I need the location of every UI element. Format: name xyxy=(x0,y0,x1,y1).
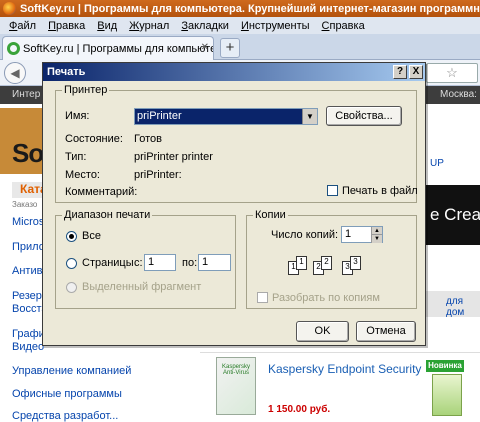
collate-checkbox[interactable] xyxy=(257,292,268,303)
tab-softkey[interactable]: SoftKey.ru | Программы для компьютера. .… xyxy=(2,36,214,60)
status-value: Готов xyxy=(134,133,162,145)
print-to-file-label[interactable]: Печать в файл xyxy=(342,185,418,197)
catalog-subtitle: Заказо xyxy=(12,200,38,209)
right-link[interactable]: UP xyxy=(430,158,444,169)
menu-view[interactable]: Вид xyxy=(91,20,123,32)
range-selection-radio[interactable] xyxy=(66,282,77,293)
menu-bar: Файл Правка Вид Журнал Закладки Инструме… xyxy=(0,17,480,34)
catalog-header: Ката xyxy=(12,182,47,198)
pages-from-value: 1 xyxy=(148,256,155,268)
printer-name-select[interactable]: priPrinter ▼ xyxy=(134,108,318,125)
type-label: Тип: xyxy=(65,151,87,163)
promo-banner-text: e Crea xyxy=(430,205,480,224)
collate-page: 3 xyxy=(350,256,361,270)
copies-count-value: 1 xyxy=(345,228,352,240)
close-tab-icon[interactable]: ✕ xyxy=(201,42,209,53)
nav-item[interactable]: Видео xyxy=(12,341,44,353)
menu-bookmarks[interactable]: Закладки xyxy=(175,20,235,32)
range-all-radio[interactable] xyxy=(66,231,77,242)
menu-help[interactable]: Справка xyxy=(316,20,371,32)
copies-count-input[interactable]: 1 ▲ ▼ xyxy=(341,226,383,243)
comment-label: Комментарий: xyxy=(65,186,138,198)
copies-legend: Копии xyxy=(253,209,288,221)
cancel-button[interactable]: Отмена xyxy=(356,321,416,342)
collate-page: 1 xyxy=(296,256,307,270)
product-box-text: Kaspersky Anti-Virus xyxy=(221,364,250,376)
menu-file[interactable]: Файл xyxy=(3,20,42,32)
nav-item[interactable]: Антив xyxy=(12,265,42,277)
promo-banner[interactable]: e Crea xyxy=(426,185,480,245)
spin-up-icon[interactable]: ▲ xyxy=(372,227,382,235)
menu-history[interactable]: Журнал xyxy=(123,20,175,32)
back-button[interactable]: ◀ xyxy=(4,62,26,84)
printer-group: Принтер Имя: priPrinter ▼ Свойства... Со… xyxy=(55,84,418,203)
print-range-legend: Диапазон печати xyxy=(62,209,153,221)
pages-to-label: по: xyxy=(182,257,198,269)
copies-spinner[interactable]: ▲ ▼ xyxy=(371,227,382,243)
product-title[interactable]: Kaspersky Endpoint Security xyxy=(268,362,421,376)
print-to-file-checkbox[interactable] xyxy=(327,185,338,196)
nav-item[interactable]: Прило xyxy=(12,241,45,253)
copies-group: Копии Число копий: 1 ▲ ▼ 1 1 2 2 3 3 Раз… xyxy=(246,209,417,309)
nav-item[interactable]: Резер xyxy=(12,290,42,302)
properties-button[interactable]: Свойства... xyxy=(326,106,402,126)
type-value: priPrinter printer xyxy=(134,151,213,163)
book-cover-image[interactable] xyxy=(432,374,462,416)
window-title: SoftKey.ru | Программы для компьютера. К… xyxy=(20,2,480,15)
firefox-logo-icon xyxy=(3,2,16,15)
printer-name-label: Имя: xyxy=(65,110,90,122)
status-label: Состояние: xyxy=(65,133,123,145)
ok-button[interactable]: OK xyxy=(296,321,349,342)
pages-to-value: 1 xyxy=(202,256,209,268)
product-box-image[interactable]: Kaspersky Anti-Virus xyxy=(216,357,256,415)
dialog-titlebar: Печать xyxy=(43,63,425,81)
range-selection-label[interactable]: Выделенный фрагмент xyxy=(82,281,201,293)
nav-item[interactable]: Средства разработ... xyxy=(12,410,118,422)
product-price: 1 150.00 руб. xyxy=(268,404,331,415)
range-pages-label[interactable]: Страницы xyxy=(82,257,134,269)
close-dialog-button[interactable]: X xyxy=(409,65,423,79)
tab-title: SoftKey.ru | Программы для компьютера. .… xyxy=(23,42,213,55)
menu-edit[interactable]: Правка xyxy=(42,20,91,32)
nav-item[interactable]: Графи xyxy=(12,328,45,340)
nav-item[interactable]: Micros xyxy=(12,216,44,228)
nav-item[interactable]: Управление компанией xyxy=(12,365,131,377)
pages-from-label: с: xyxy=(134,257,143,269)
range-pages-radio[interactable] xyxy=(66,258,77,269)
nav-item[interactable]: Офисные программы xyxy=(12,388,122,400)
spin-down-icon[interactable]: ▼ xyxy=(372,235,382,243)
site-top-left-text[interactable]: Интер xyxy=(12,86,40,104)
tab-strip: SoftKey.ru | Программы для компьютера. .… xyxy=(0,34,480,60)
help-button[interactable]: ? xyxy=(393,65,407,79)
softkey-favicon-icon xyxy=(7,42,20,55)
new-tab-button[interactable]: + xyxy=(220,38,240,58)
copies-count-label: Число копий: xyxy=(271,229,339,241)
new-badge: Новинка xyxy=(426,360,464,372)
pages-from-input[interactable]: 1 xyxy=(144,254,176,271)
collate-page: 2 xyxy=(321,256,332,270)
home-link[interactable]: для дом xyxy=(446,296,480,318)
location-label: Место: xyxy=(65,169,100,181)
range-all-label[interactable]: Все xyxy=(82,230,101,242)
printer-name-value: priPrinter xyxy=(137,110,182,122)
pages-to-input[interactable]: 1 xyxy=(198,254,231,271)
dialog-title: Печать xyxy=(47,66,86,78)
window-titlebar: SoftKey.ru | Программы для компьютера. К… xyxy=(0,0,480,17)
print-dialog: Печать ? X Принтер Имя: priPrinter ▼ Сво… xyxy=(42,62,426,346)
chevron-down-icon[interactable]: ▼ xyxy=(302,109,317,124)
menu-tools[interactable]: Инструменты xyxy=(235,20,316,32)
location-value: priPrinter: xyxy=(134,169,182,181)
print-range-group: Диапазон печати Все Страницы с: 1 по: 1 … xyxy=(55,209,236,309)
site-top-city[interactable]: Москва: xyxy=(440,86,477,104)
printer-group-legend: Принтер xyxy=(62,84,110,96)
bookmark-star-icon[interactable]: ☆ xyxy=(426,63,478,83)
collate-label[interactable]: Разобрать по копиям xyxy=(272,292,380,304)
